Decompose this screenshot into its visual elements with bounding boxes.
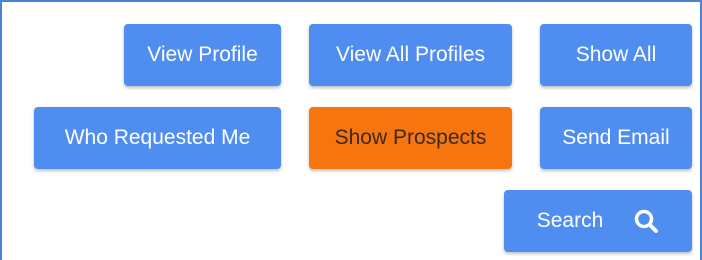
search-icon (633, 208, 659, 234)
show-all-label: Show All (575, 43, 657, 66)
search-label: Search (536, 209, 604, 232)
who-requested-me-button[interactable]: Who Requested Me (34, 107, 281, 169)
show-prospects-label: Show Prospects (334, 126, 487, 149)
send-email-button[interactable]: Send Email (540, 107, 692, 169)
send-email-label: Send Email (562, 126, 670, 149)
search-button[interactable]: Search (504, 190, 692, 252)
view-all-profiles-label: View All Profiles (335, 43, 485, 66)
view-profile-label: View Profile (147, 43, 258, 66)
view-all-profiles-button[interactable]: View All Profiles (309, 24, 512, 86)
who-requested-me-label: Who Requested Me (64, 126, 251, 149)
view-profile-button[interactable]: View Profile (124, 24, 281, 86)
button-panel: View Profile View All Profiles Show All … (0, 0, 702, 260)
show-all-button[interactable]: Show All (540, 24, 692, 86)
show-prospects-button[interactable]: Show Prospects (309, 107, 512, 169)
